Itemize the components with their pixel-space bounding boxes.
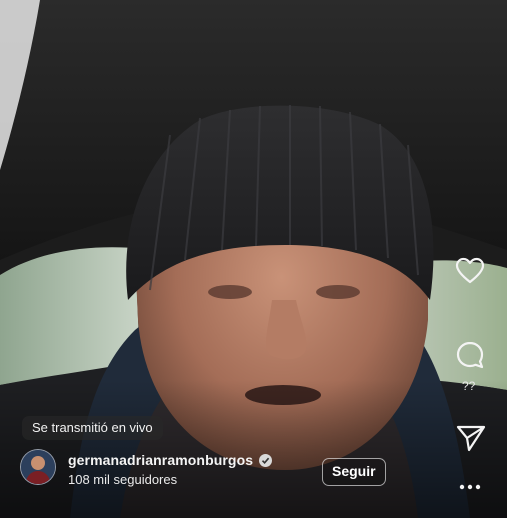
more-icon[interactable]	[458, 482, 482, 492]
avatar-image	[21, 450, 55, 484]
comments-count: ??	[462, 379, 476, 393]
followers-count: 108 mil seguidores	[68, 472, 178, 487]
user-info: germanadrianramonburgos 108 mil seguidor…	[68, 452, 273, 487]
live-replay-label: Se transmitió en vivo	[22, 416, 163, 440]
comment-icon[interactable]	[455, 340, 485, 370]
heart-icon[interactable]	[455, 257, 485, 285]
avatar[interactable]	[20, 449, 56, 485]
follow-button[interactable]: Seguir	[322, 458, 386, 486]
video-frame	[0, 0, 507, 518]
send-icon[interactable]	[456, 424, 486, 452]
live-video-stage: Se transmitió en vivo germanadrianramonb…	[0, 0, 507, 518]
username[interactable]: germanadrianramonburgos	[68, 452, 253, 468]
verified-badge-icon	[259, 453, 273, 467]
username-row: germanadrianramonburgos	[68, 452, 273, 468]
